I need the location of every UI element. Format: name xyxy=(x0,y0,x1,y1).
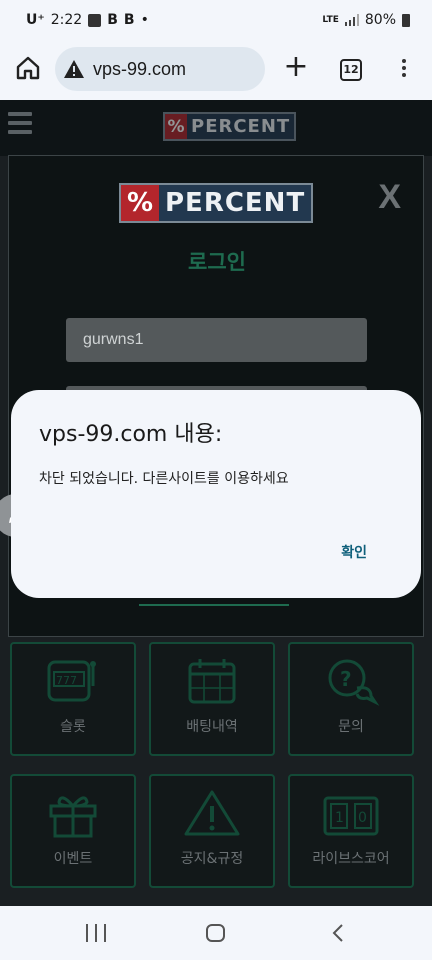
carrier-label: U⁺ xyxy=(26,12,45,28)
login-title: 로그인 xyxy=(188,250,246,274)
gift-icon xyxy=(49,796,97,838)
svg-text:777: 777 xyxy=(56,674,77,687)
tab-switcher-button[interactable]: 12 xyxy=(340,59,362,81)
username-field[interactable]: gurwns1 xyxy=(66,318,367,362)
back-icon[interactable] xyxy=(330,924,348,942)
url-text[interactable]: vps-99.com xyxy=(93,59,186,80)
system-nav-bar xyxy=(0,906,432,960)
calendar-icon xyxy=(188,659,236,704)
home-icon[interactable] xyxy=(14,54,42,82)
menu-grid: 777 슬롯 배팅내역 ? 문의 이벤트 공지&규정 10 라이브스코어 xyxy=(10,642,414,888)
svg-text:?: ? xyxy=(340,667,352,691)
menu-card-slot[interactable]: 777 슬롯 xyxy=(10,642,136,756)
recent-apps-icon[interactable] xyxy=(86,924,106,942)
gallery-icon xyxy=(88,13,102,27)
home-nav-icon[interactable] xyxy=(206,924,225,942)
more-menu-icon[interactable] xyxy=(398,56,410,82)
menu-card-label: 이벤트 xyxy=(53,851,93,867)
new-tab-icon[interactable]: + xyxy=(282,52,310,82)
signal-icon xyxy=(344,14,359,26)
battery-icon xyxy=(402,13,410,27)
hamburger-menu-icon[interactable] xyxy=(8,112,32,134)
dialog-title: vps-99.com 내용: xyxy=(39,422,223,447)
dialog-message: 차단 되었습니다. 다른사이트를 이용하세요 xyxy=(39,471,289,487)
notification-b-icon-2: B xyxy=(123,12,135,28)
question-chat-icon: ? xyxy=(328,659,380,706)
network-label: LTE xyxy=(322,15,339,25)
warning-icon xyxy=(184,790,240,836)
svg-text:1: 1 xyxy=(335,810,344,826)
menu-card-notice-rules[interactable]: 공지&규정 xyxy=(149,774,275,888)
svg-text:0: 0 xyxy=(358,810,367,826)
scoreboard-icon: 10 xyxy=(323,796,379,836)
slot-machine-icon: 777 xyxy=(47,660,96,702)
modal-logo: % PERCENT xyxy=(119,183,314,223)
menu-card-label: 공지&규정 xyxy=(180,851,244,867)
notification-b-icon: B xyxy=(107,12,118,28)
menu-card-live-score[interactable]: 10 라이브스코어 xyxy=(288,774,414,888)
menu-card-betting-history[interactable]: 배팅내역 xyxy=(149,642,275,756)
menu-card-label: 문의 xyxy=(338,719,364,735)
site-header: % PERCENT xyxy=(0,100,432,156)
browser-toolbar: vps-99.com + 12 xyxy=(0,42,432,100)
more-notifications-dot: • xyxy=(140,12,149,28)
menu-card-label: 배팅내역 xyxy=(186,719,238,735)
alert-dialog: vps-99.com 내용: 차단 되었습니다. 다른사이트를 이용하세요 확인 xyxy=(11,390,421,598)
menu-card-label: 슬롯 xyxy=(60,719,86,735)
site-logo[interactable]: % PERCENT xyxy=(163,112,297,141)
address-bar[interactable]: vps-99.com xyxy=(55,47,265,91)
menu-card-event[interactable]: 이벤트 xyxy=(10,774,136,888)
dialog-ok-button[interactable]: 확인 xyxy=(341,542,367,562)
menu-card-inquiry[interactable]: ? 문의 xyxy=(288,642,414,756)
status-bar: U⁺ 2:22 B B • LTE 80% xyxy=(0,0,432,42)
close-modal-button[interactable]: X xyxy=(378,178,401,217)
battery-percent: 80% xyxy=(364,12,396,28)
not-secure-warning-icon[interactable] xyxy=(63,58,85,80)
menu-card-label: 라이브스코어 xyxy=(312,851,390,867)
time-label: 2:22 xyxy=(50,12,83,28)
